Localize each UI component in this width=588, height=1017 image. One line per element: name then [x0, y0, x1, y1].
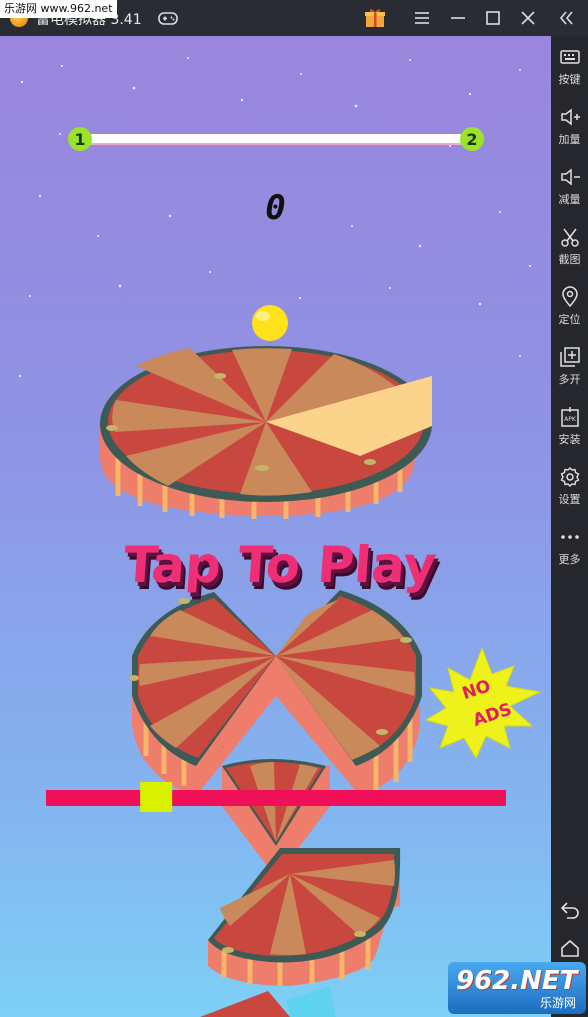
tap-to-play-prompt[interactable]: Tap To Play [98, 536, 462, 594]
level-current-number: 1 [74, 130, 85, 149]
apk-icon: APK [560, 407, 579, 427]
svg-text:APK: APK [564, 416, 577, 423]
sidebar-label-location: 定位 [558, 313, 581, 326]
sidebar-label-settings: 设置 [558, 493, 581, 506]
slider-track[interactable] [46, 790, 506, 806]
minimize-icon[interactable] [446, 6, 470, 30]
level-next-number: 2 [466, 130, 477, 149]
sidebar-label-volume-up: 加量 [558, 133, 581, 146]
settings-icon [560, 467, 579, 487]
sidebar-item-volume-down[interactable]: 减量 [551, 162, 588, 218]
sidebar-item-keymap[interactable]: 按键 [551, 42, 588, 98]
volume-down-icon [560, 168, 580, 186]
menu-icon[interactable] [410, 6, 434, 30]
no-ads-button[interactable]: NO ADS [424, 646, 542, 760]
sidebar-item-more[interactable]: 更多 [551, 522, 588, 578]
watermark-top: 乐游网 www.962.net [0, 0, 117, 18]
gamepad-icon[interactable] [156, 6, 180, 30]
slider-handle[interactable] [140, 782, 173, 812]
scissors-icon [560, 228, 579, 247]
gift-icon[interactable] [363, 6, 387, 30]
sidebar-label-install-apk: 安装 [558, 433, 581, 446]
volume-up-icon [560, 108, 580, 126]
home-icon [560, 939, 579, 957]
sidebar-item-screenshot[interactable]: 截图 [551, 222, 588, 278]
watermark-bottom: 962.NET 乐游网 [448, 962, 586, 1014]
maximize-icon[interactable] [481, 6, 505, 30]
sidebar-home-button[interactable] [551, 934, 588, 964]
sidebar-item-volume-up[interactable]: 加量 [551, 102, 588, 158]
collapse-icon[interactable] [554, 6, 578, 30]
sidebar-item-settings[interactable]: 设置 [551, 462, 588, 518]
sidebar-item-location[interactable]: 定位 [551, 282, 588, 338]
location-icon [561, 286, 578, 308]
level-progress: 1 2 [68, 127, 484, 151]
sidebar-back-button[interactable] [551, 894, 588, 924]
emulator-sidebar: 按键 加量 减量 截图 定位 多开 APK 安装 设置 更多 [551, 36, 588, 1017]
game-viewport[interactable]: 1 2 NO ADS 0 Tap To Play [0, 36, 551, 1017]
sidebar-item-multi-instance[interactable]: 多开 [551, 342, 588, 398]
sidebar-label-keymap: 按键 [558, 73, 581, 86]
sidebar-item-install-apk[interactable]: APK 安装 [551, 402, 588, 458]
tower-disc-1 [100, 346, 432, 519]
tower-disc-4 [200, 848, 401, 1017]
keyboard-icon [559, 50, 580, 64]
sidebar-label-more: 更多 [558, 553, 581, 566]
game-scene: 1 2 NO ADS [18, 57, 542, 1017]
player-ball [252, 305, 288, 341]
score-counter: 0 [265, 188, 286, 228]
more-icon [560, 535, 579, 539]
back-icon [560, 902, 579, 919]
close-icon[interactable] [516, 6, 540, 30]
watermark-bottom-sub: 乐游网 [539, 996, 576, 1010]
watermark-bottom-main: 962.NET [456, 966, 578, 996]
sidebar-label-screenshot: 截图 [558, 253, 581, 266]
sidebar-label-volume-down: 减量 [558, 193, 581, 206]
sidebar-label-multi-instance: 多开 [558, 373, 581, 386]
multi-instance-icon [559, 347, 580, 367]
